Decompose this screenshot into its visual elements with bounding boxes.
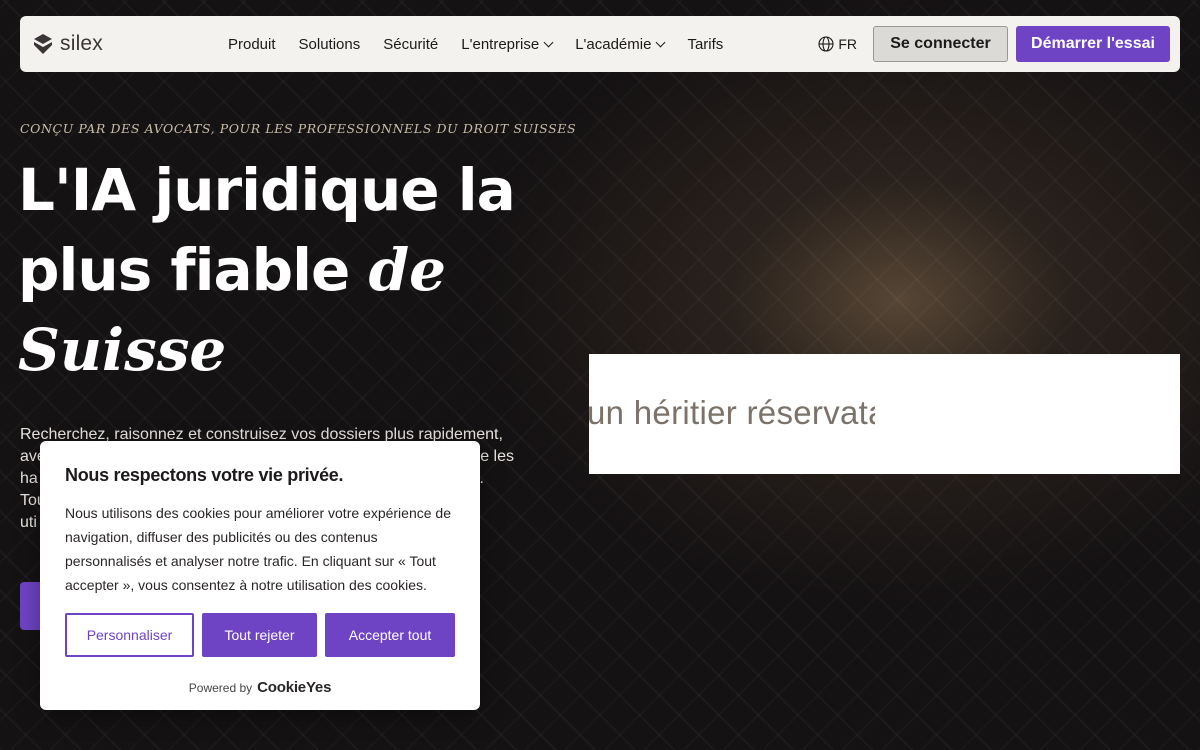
cookie-powered-by[interactable]: Powered by CookieYes: [40, 679, 480, 696]
nav-link-academie[interactable]: L'académie: [575, 35, 666, 53]
cookieyes-logo: CookieYes: [257, 679, 332, 696]
hero-subtext-fragment: e les: [480, 448, 514, 465]
nav-actions: FR Se connecter Démarrer l'essai: [818, 26, 1170, 62]
nav-link-securite[interactable]: Sécurité: [383, 36, 438, 53]
hero-eyebrow: CONÇU PAR DES AVOCATS, POUR LES PROFESSI…: [20, 121, 577, 136]
nav-link-solutions[interactable]: Solutions: [299, 36, 361, 53]
cookie-description: Nous utilisons des cookies pour améliore…: [65, 505, 451, 593]
demo-search-panel: un héritier réservataire: [589, 354, 1180, 474]
hero-subtext-fragment: .: [479, 470, 484, 487]
language-selector[interactable]: FR: [818, 36, 857, 52]
nav-links: Produit Solutions Sécurité L'entreprise …: [228, 36, 746, 53]
login-button[interactable]: Se connecter: [873, 26, 1008, 62]
nav-link-entreprise[interactable]: L'entreprise: [461, 35, 554, 53]
nav-link-entreprise-label: L'entreprise: [461, 35, 540, 53]
cookie-customize-button[interactable]: Personnaliser: [65, 613, 194, 657]
language-label: FR: [838, 36, 857, 52]
hero-headline: L'IA juridique la plus fiable de Suisse: [18, 150, 538, 390]
nav-link-produit[interactable]: Produit: [228, 36, 276, 53]
chevron-down-icon: [543, 37, 554, 47]
cookie-reject-all-button[interactable]: Tout rejeter: [202, 613, 317, 657]
globe-icon: [818, 36, 834, 52]
start-trial-button[interactable]: Démarrer l'essai: [1016, 26, 1170, 62]
silex-logo-icon: [34, 34, 52, 54]
hero-subtext-fragment: ha: [20, 470, 38, 487]
nav-link-academie-label: L'académie: [575, 35, 652, 53]
cookie-title: Nous respectons votre vie privée.: [65, 465, 344, 485]
cookie-consent-banner: Nous respectons votre vie privée. Nous u…: [40, 441, 480, 710]
logo-text: silex: [60, 32, 104, 55]
nav-link-tarifs[interactable]: Tarifs: [687, 36, 723, 53]
cookie-buttons: Personnaliser Tout rejeter Accepter tout: [65, 613, 455, 657]
top-navbar: silex Produit Solutions Sécurité L'entre…: [20, 16, 1180, 72]
typing-text: un héritier réservataire: [589, 394, 875, 431]
logo[interactable]: silex: [32, 32, 212, 56]
cookie-accept-all-button[interactable]: Accepter tout: [325, 613, 455, 657]
powered-by-label: Powered by: [188, 681, 253, 695]
chevron-down-icon: [656, 37, 666, 47]
